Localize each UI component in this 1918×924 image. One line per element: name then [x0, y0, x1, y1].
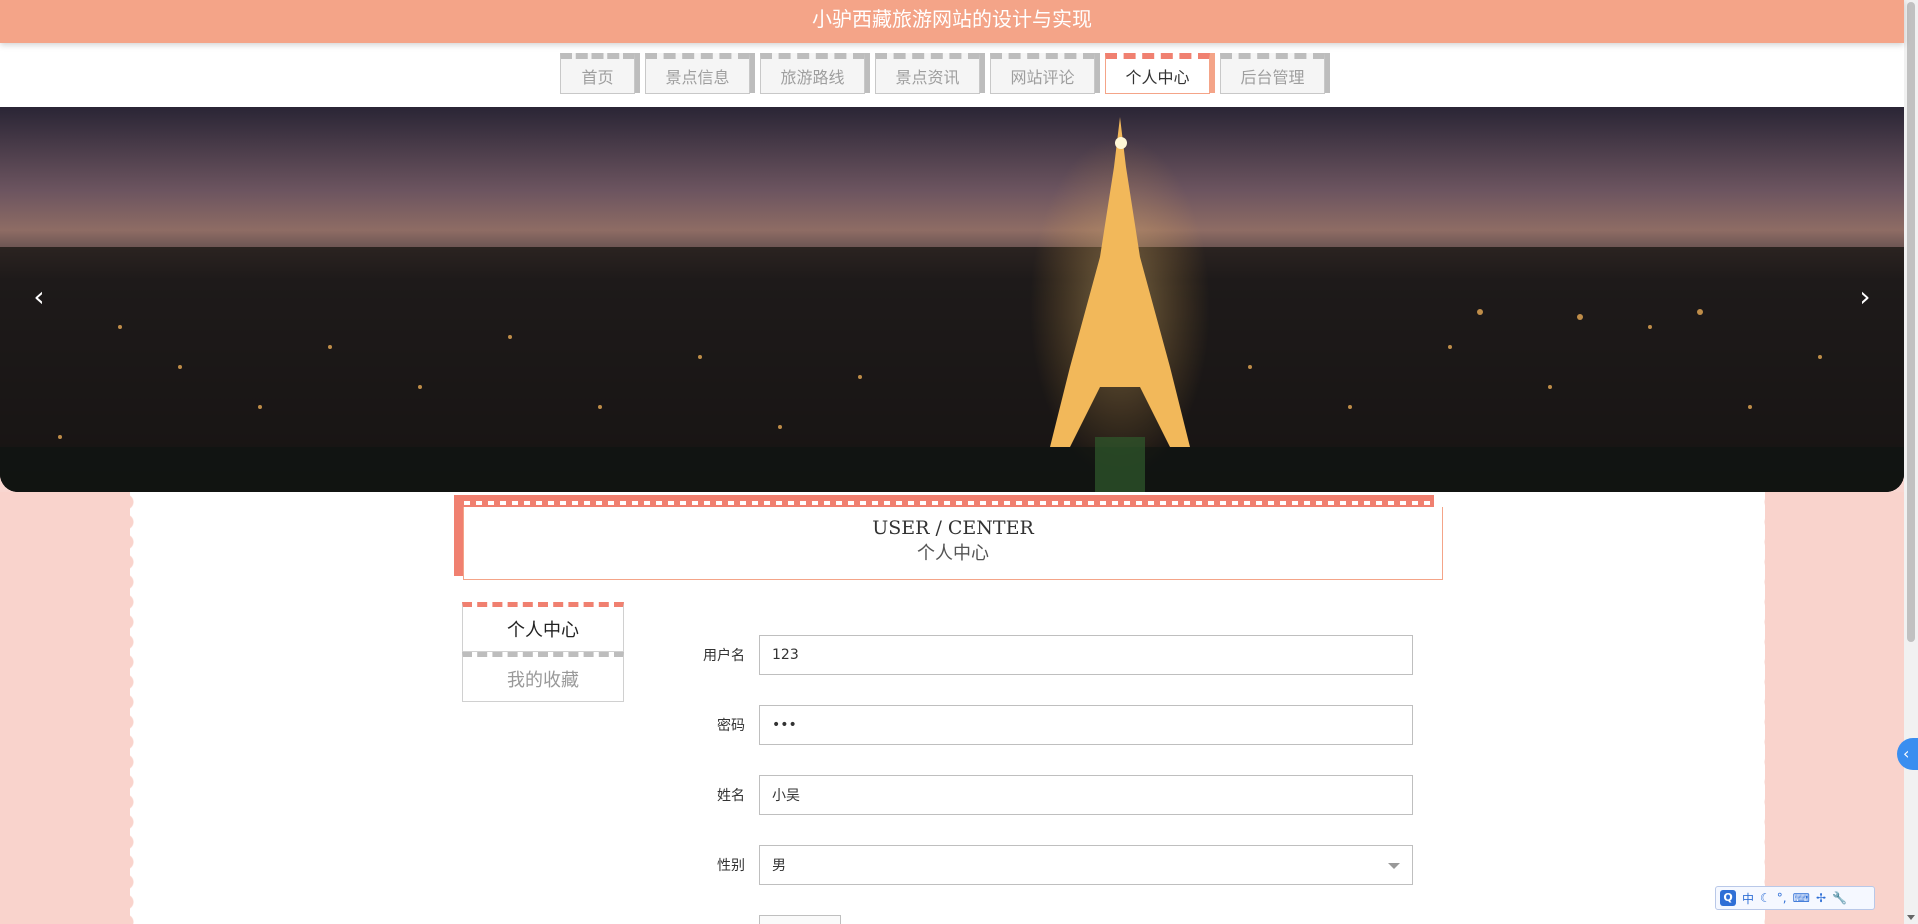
nav-item-news[interactable]: 景点资讯: [875, 53, 985, 94]
gender-select[interactable]: 男: [759, 845, 1413, 885]
scrollbar-thumb[interactable]: [1907, 2, 1915, 642]
ime-toolbar[interactable]: Q 中 ☾ °, ⌨ ✢ 🔧: [1715, 886, 1875, 910]
banner-prev-arrow[interactable]: ‹: [24, 277, 54, 317]
password-input[interactable]: •••: [759, 705, 1413, 745]
main-nav: 首页 景点信息 旅游路线 景点资讯 网站评论 个人中心 后台管理: [560, 53, 1335, 94]
page-scrollbar[interactable]: [1904, 0, 1918, 924]
menu-item-favorites[interactable]: 我的收藏: [462, 652, 624, 702]
header-stripe: [454, 495, 1434, 507]
banner-carousel: ‹ ›: [0, 107, 1904, 492]
site-title-bar: 小驴西藏旅游网站的设计与实现: [0, 0, 1904, 43]
scroll-down-icon[interactable]: [1907, 915, 1915, 920]
username-row: 用户名 123: [690, 635, 1413, 675]
menu-item-user-center[interactable]: 个人中心: [462, 602, 624, 652]
nav-item-attractions[interactable]: 景点信息: [645, 53, 755, 94]
nav-item-user-center[interactable]: 个人中心: [1105, 53, 1215, 94]
banner-next-arrow[interactable]: ›: [1850, 277, 1880, 317]
nav-item-comments[interactable]: 网站评论: [990, 53, 1100, 94]
username-input[interactable]: 123: [759, 635, 1413, 675]
left-wavy-edge: [126, 492, 140, 924]
gender-value: 男: [772, 858, 786, 874]
moon-icon[interactable]: ☾: [1760, 891, 1771, 905]
gender-label: 性别: [717, 858, 745, 874]
site-title: 小驴西藏旅游网站的设计与实现: [812, 7, 1092, 31]
header-box: USER / CENTER 个人中心: [463, 507, 1443, 580]
user-center-menu: 个人中心 我的收藏: [462, 602, 624, 702]
password-row: 密码 •••: [690, 705, 1413, 745]
ime-language[interactable]: 中: [1742, 890, 1754, 907]
nav-item-routes[interactable]: 旅游路线: [760, 53, 870, 94]
page-title-cn: 个人中心: [917, 543, 989, 564]
upload-button[interactable]: [759, 915, 841, 924]
ime-logo-icon[interactable]: Q: [1720, 890, 1736, 906]
page-title-en: USER / CENTER: [872, 517, 1034, 539]
keyboard-icon[interactable]: ⌨: [1793, 891, 1810, 905]
header-left-bar: [454, 495, 463, 576]
nav-item-home[interactable]: 首页: [560, 53, 640, 94]
right-wavy-edge: [1758, 492, 1772, 924]
tools-icon[interactable]: ✢: [1816, 891, 1826, 905]
name-label: 姓名: [717, 788, 745, 804]
wrench-icon[interactable]: 🔧: [1832, 891, 1847, 905]
punctuation-icon[interactable]: °,: [1777, 891, 1787, 905]
password-label: 密码: [717, 718, 745, 734]
main-nav-bar: 首页 景点信息 旅游路线 景点资讯 网站评论 个人中心 后台管理: [0, 43, 1904, 107]
gender-row: 性别 男: [690, 845, 1413, 885]
nav-item-admin[interactable]: 后台管理: [1220, 53, 1330, 94]
banner-image: [0, 107, 1904, 492]
user-center-header: USER / CENTER 个人中心: [454, 495, 1443, 585]
name-row: 姓名 小吴: [690, 775, 1413, 815]
username-label: 用户名: [703, 648, 745, 664]
profile-form: 用户名 123 密码 ••• 姓名 小吴 性别 男: [690, 635, 1413, 915]
right-decoration: [1765, 492, 1918, 924]
name-input[interactable]: 小吴: [759, 775, 1413, 815]
left-decoration: [0, 492, 130, 924]
chevron-down-icon: [1388, 863, 1400, 869]
